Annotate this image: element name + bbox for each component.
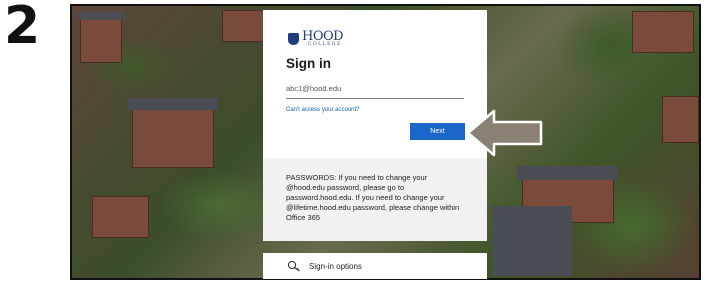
next-button[interactable]: Next <box>410 123 465 140</box>
notice-text: PASSWORDS: If you need to change your @h… <box>286 173 460 222</box>
password-notice: PASSWORDS: If you need to change your @h… <box>263 158 487 241</box>
campus-roof <box>517 166 617 180</box>
campus-building <box>662 96 699 143</box>
pointer-arrow-icon <box>466 109 543 157</box>
campus-building <box>222 10 269 42</box>
shield-icon <box>288 32 299 45</box>
college-logo: HOOD COLLEGE <box>288 30 344 48</box>
signin-options-button[interactable]: Sign-in options <box>263 253 487 279</box>
step-number: 2 <box>4 0 41 56</box>
campus-roof <box>77 12 125 20</box>
page-title: Sign in <box>286 56 331 71</box>
signin-options-label: Sign-in options <box>309 261 362 271</box>
campus-parking <box>492 206 572 276</box>
key-search-icon <box>287 260 300 272</box>
campus-building <box>632 11 694 53</box>
cant-access-link[interactable]: Can't access your account? <box>286 107 360 113</box>
campus-building <box>132 106 214 168</box>
campus-building <box>80 16 122 63</box>
signin-card: HOOD COLLEGE Sign in abc1@hood.edu Can't… <box>263 10 487 241</box>
email-field[interactable]: abc1@hood.edu <box>286 84 464 99</box>
logo-subtitle: COLLEGE <box>308 42 342 47</box>
campus-roof <box>127 98 217 110</box>
campus-building <box>92 196 149 238</box>
